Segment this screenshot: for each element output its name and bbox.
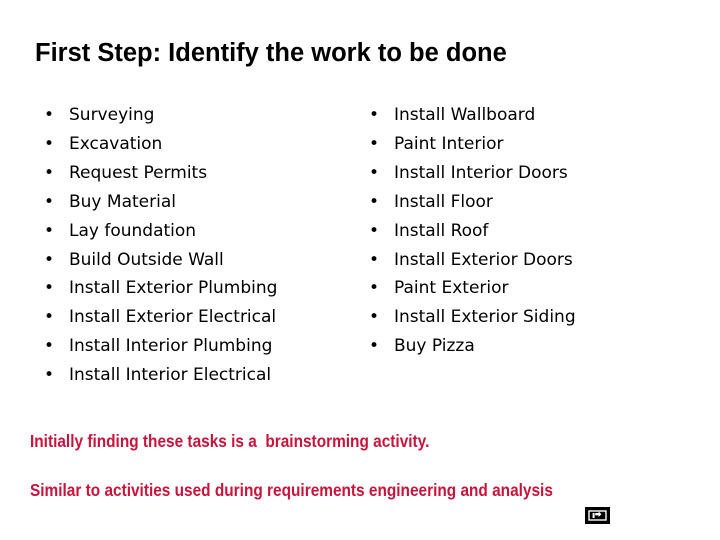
list-item-label: Install Exterior Plumbing bbox=[69, 278, 278, 299]
list-item-label: Request Permits bbox=[69, 162, 208, 183]
bullet-icon: • bbox=[44, 220, 55, 241]
bullet-icon: • bbox=[369, 307, 380, 328]
page-title: First Step: Identify the work to be done bbox=[35, 39, 507, 67]
missing-glyph-icon bbox=[585, 507, 610, 524]
bullet-icon: • bbox=[369, 336, 380, 357]
list-item-label: Install Roof bbox=[394, 220, 489, 241]
bullet-icon: • bbox=[44, 191, 55, 212]
list-item-label: Install Interior Electrical bbox=[69, 365, 272, 386]
list-item: • Excavation bbox=[40, 130, 370, 159]
list-item: • Request Permits bbox=[40, 159, 370, 188]
list-item: • Install Interior Plumbing bbox=[40, 332, 370, 361]
bullet-icon: • bbox=[44, 336, 55, 357]
list-item-label: Excavation bbox=[69, 133, 163, 154]
bullet-icon: • bbox=[369, 162, 380, 183]
bullet-icon: • bbox=[369, 105, 380, 125]
bullet-icon: • bbox=[44, 365, 55, 386]
bullet-icon: • bbox=[44, 162, 55, 183]
list-item: • Install Floor bbox=[365, 188, 705, 217]
list-item: • Install Interior Doors bbox=[365, 159, 705, 188]
list-item-label: Install Exterior Electrical bbox=[69, 307, 277, 328]
list-item: • Install Exterior Siding bbox=[365, 303, 705, 332]
list-item-label: Install Wallboard bbox=[394, 105, 536, 125]
bullet-icon: • bbox=[369, 191, 380, 212]
list-item: • Install Interior Electrical bbox=[40, 361, 370, 390]
list-item-label: Install Interior Plumbing bbox=[69, 336, 273, 357]
bullet-icon: • bbox=[44, 133, 55, 154]
list-item-label: Build Outside Wall bbox=[69, 249, 224, 270]
list-item: • Install Wallboard bbox=[365, 101, 705, 130]
slide-canvas: First Step: Identify the work to be done… bbox=[0, 0, 720, 540]
list-item-label: Paint Exterior bbox=[394, 278, 509, 299]
list-item: • Buy Material bbox=[40, 188, 370, 217]
list-item-label: Buy Pizza bbox=[394, 336, 475, 357]
list-item-label: Surveying bbox=[69, 105, 155, 125]
list-item-label: Paint Interior bbox=[394, 133, 504, 154]
bullet-icon: • bbox=[44, 278, 55, 299]
list-item: • Install Exterior Plumbing bbox=[40, 274, 370, 303]
list-item: • Surveying bbox=[40, 101, 370, 130]
bullet-icon: • bbox=[369, 278, 380, 299]
list-item-label: Install Exterior Doors bbox=[394, 249, 573, 270]
list-item: • Paint Exterior bbox=[365, 274, 705, 303]
task-column-right: • Install Wallboard • Paint Interior • I… bbox=[365, 101, 705, 361]
bullet-icon: • bbox=[44, 249, 55, 270]
bullet-icon: • bbox=[369, 249, 380, 270]
list-item: • Install Exterior Electrical bbox=[40, 303, 370, 332]
list-item-label: Install Interior Doors bbox=[394, 162, 568, 183]
list-item: • Buy Pizza bbox=[365, 332, 705, 361]
list-item-label: Buy Material bbox=[69, 191, 176, 212]
list-item-label: Install Exterior Siding bbox=[394, 307, 576, 328]
list-item: • Paint Interior bbox=[365, 130, 705, 159]
task-column-left: • Surveying • Excavation • Request Permi… bbox=[40, 101, 370, 390]
task-list-right: • Install Wallboard • Paint Interior • I… bbox=[365, 101, 705, 361]
note-brainstorming: Initially finding these tasks is a brain… bbox=[30, 431, 430, 451]
list-item: • Build Outside Wall bbox=[40, 246, 370, 275]
list-item-label: Install Floor bbox=[394, 191, 493, 212]
bullet-icon: • bbox=[369, 133, 380, 154]
task-list-left: • Surveying • Excavation • Request Permi… bbox=[40, 101, 370, 390]
bullet-icon: • bbox=[44, 105, 55, 125]
list-item: • Lay foundation bbox=[40, 217, 370, 246]
note-requirements: Similar to activities used during requir… bbox=[30, 480, 553, 500]
list-item: • Install Exterior Doors bbox=[365, 246, 705, 275]
list-item-label: Lay foundation bbox=[69, 220, 197, 241]
bullet-icon: • bbox=[369, 220, 380, 241]
list-item: • Install Roof bbox=[365, 217, 705, 246]
bullet-icon: • bbox=[44, 307, 55, 328]
